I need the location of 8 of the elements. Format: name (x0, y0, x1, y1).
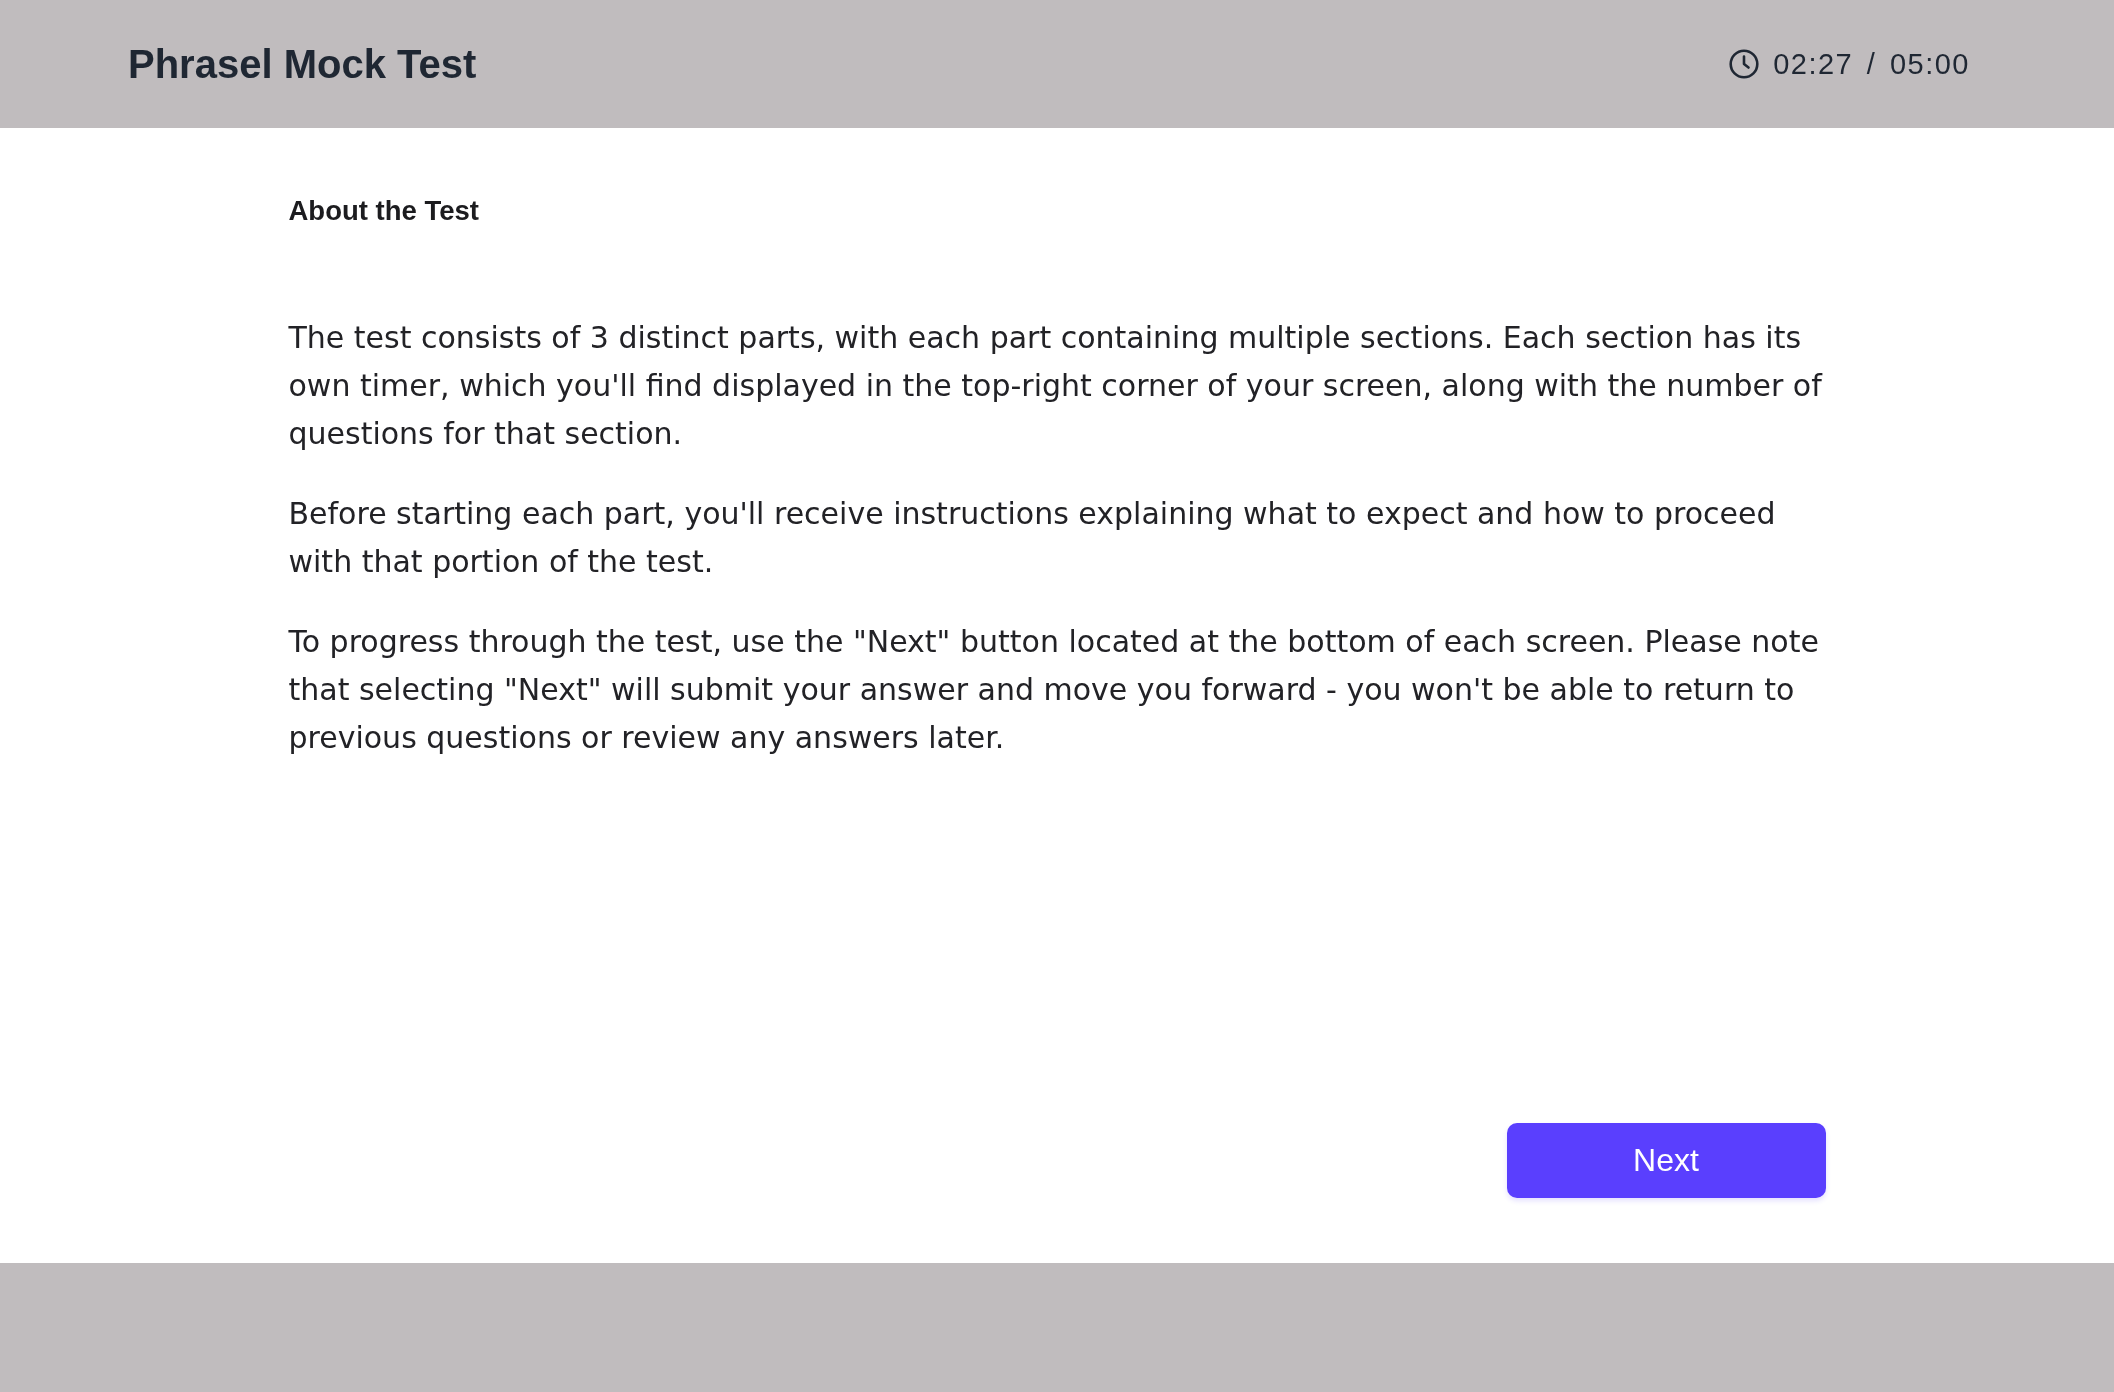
section-heading: About the Test (288, 194, 480, 228)
timer-text: 02:27 / 05:00 (1773, 47, 1970, 81)
instruction-paragraph: To progress through the test, use the "Next" button located at the bottom of each screen. Please note that selecting "Next" will submit your answer and move you forward - you won't be able to return to previous questions or review any answers later. (288, 623, 1820, 757)
instruction-paragraph: Before starting each part, you'll receive instructions explaining what to expect and how to proceed with that portion of the test. (288, 495, 1777, 581)
app-title: Phrasel Mock Test (128, 41, 477, 87)
next-button[interactable]: Next (1506, 1123, 1826, 1198)
clock-icon (1729, 49, 1760, 79)
instruction-paragraph: The test consists of 3 distinct parts, with each part containing multiple sections. Each section has its own timer, which you'll find displayed in the top-right corner of your screen, along with the number of questions for that section. (288, 319, 1824, 453)
